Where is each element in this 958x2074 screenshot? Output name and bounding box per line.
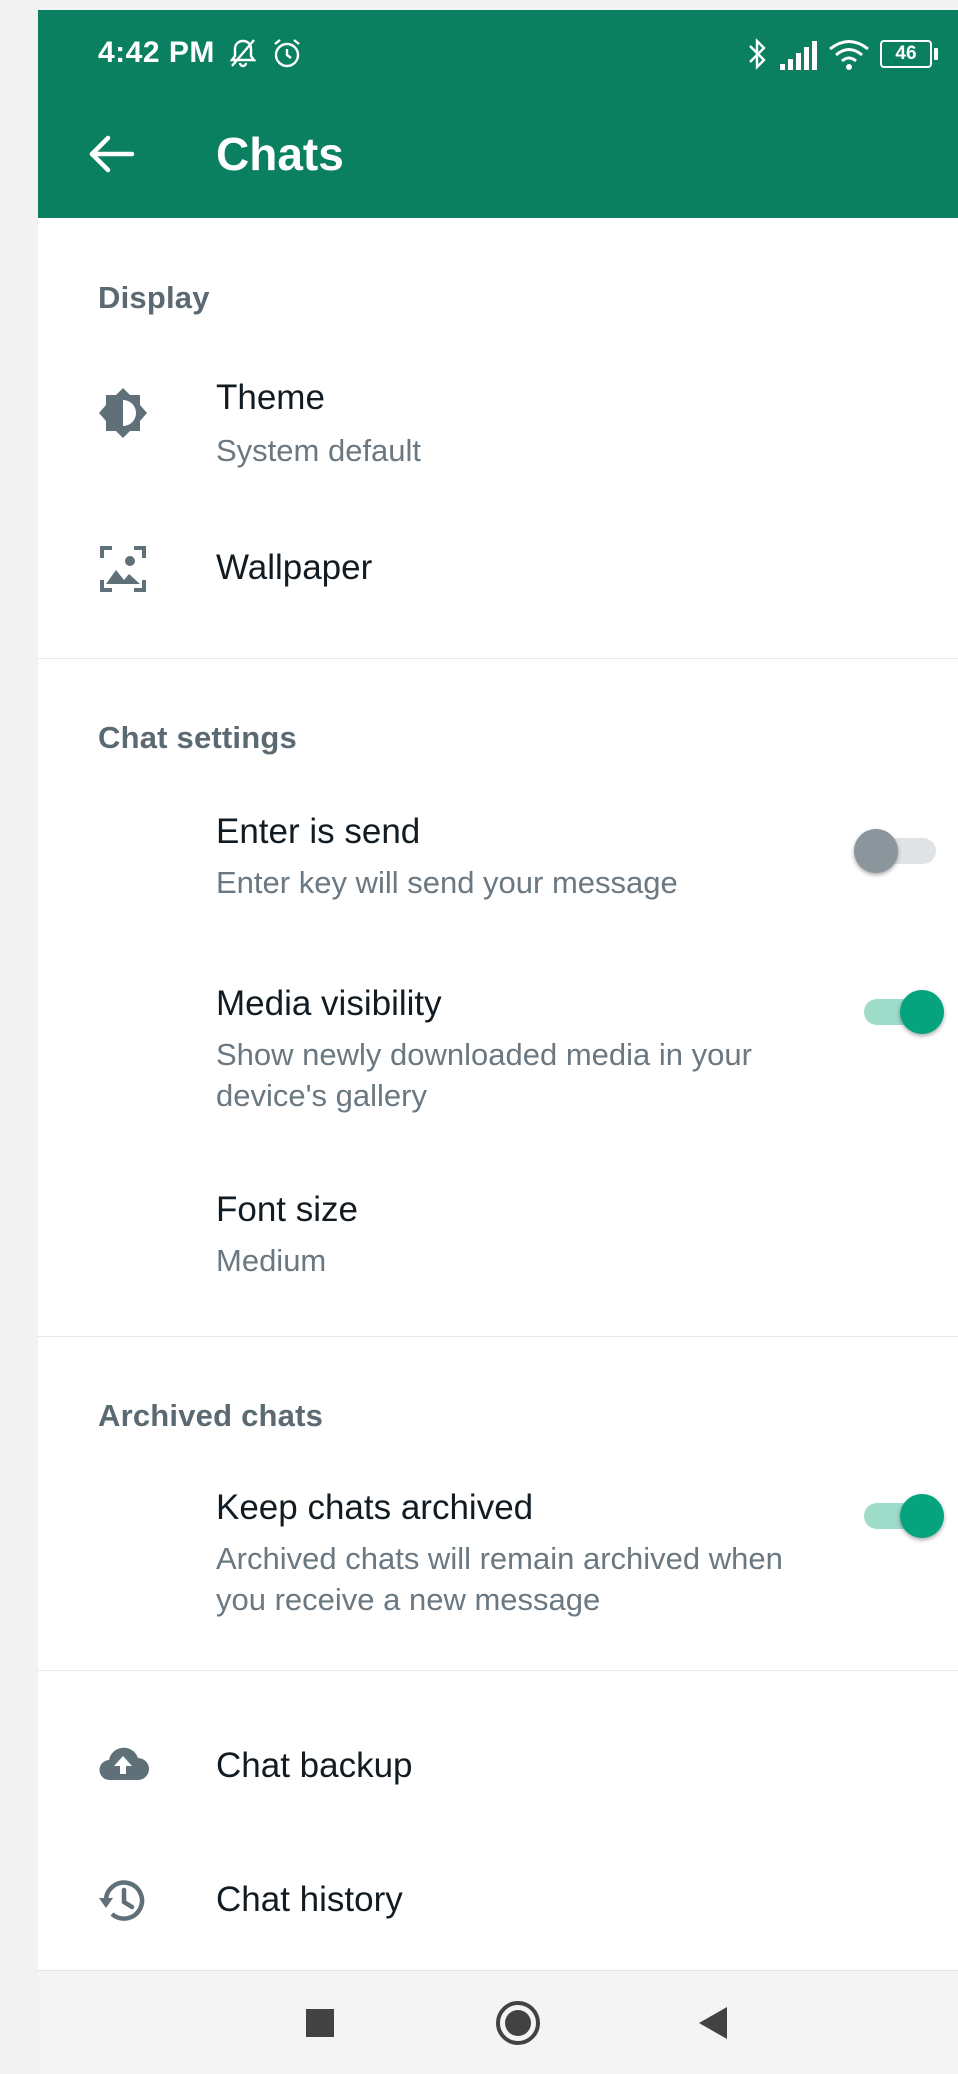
recents-button[interactable] [306, 2009, 334, 2037]
theme-title: Theme [216, 378, 325, 417]
section-header-archived-chats: Archived chats [98, 1398, 324, 1433]
battery-level: 46 [895, 43, 917, 64]
theme-subtitle: System default [216, 433, 422, 468]
page-title: Chats [216, 128, 344, 180]
battery-tip [934, 48, 938, 60]
bluetooth-icon [749, 38, 766, 70]
keep-archived-title: Keep chats archived [216, 1488, 534, 1527]
toggle-knob [900, 990, 944, 1034]
chat-history-title: Chat history [216, 1880, 403, 1919]
keep-archived-toggle[interactable] [854, 1486, 946, 1546]
home-button[interactable] [494, 1999, 542, 2047]
section-divider [38, 1670, 958, 1671]
media-visibility-toggle[interactable] [854, 982, 946, 1042]
setting-keep-chats-archived[interactable]: Keep chats archived Archived chats will … [38, 1476, 958, 1636]
wifi-icon [829, 40, 869, 70]
toggle-knob [900, 1494, 944, 1538]
alarm-icon [274, 39, 300, 68]
app-bar: 4:42 PM 46 Chats [38, 10, 958, 218]
cloud-upload-icon [99, 1747, 149, 1781]
phone-screen: 4:42 PM 46 Chats Display Theme System de… [38, 10, 958, 2074]
screen-margin [0, 0, 38, 2074]
setting-font-size[interactable]: Font size Medium [38, 1160, 958, 1290]
section-header-chat-settings: Chat settings [98, 720, 297, 755]
wallpaper-title: Wallpaper [216, 548, 373, 587]
enter-is-send-toggle[interactable] [854, 821, 946, 881]
setting-theme[interactable]: Theme System default [38, 350, 958, 480]
wallpaper-icon [100, 546, 146, 592]
bell-off-icon [229, 39, 257, 68]
setting-enter-is-send[interactable]: Enter is send Enter key will send your m… [38, 800, 958, 930]
setting-chat-history[interactable]: Chat history [38, 1844, 958, 1954]
status-time: 4:42 PM [98, 36, 215, 69]
chat-backup-title: Chat backup [216, 1746, 413, 1785]
media-visibility-subtitle: Show newly downloaded media in your devi… [216, 1037, 752, 1113]
nav-back-button[interactable] [695, 2003, 731, 2043]
battery-icon: 46 [880, 40, 932, 68]
font-size-title: Font size [216, 1190, 358, 1229]
setting-chat-backup[interactable]: Chat backup [38, 1710, 958, 1820]
section-header-display: Display [98, 280, 210, 315]
setting-media-visibility[interactable]: Media visibility Show newly downloaded m… [38, 972, 958, 1132]
keep-archived-subtitle: Archived chats will remain archived when… [216, 1541, 783, 1617]
enter-is-send-title: Enter is send [216, 812, 421, 851]
setting-wallpaper[interactable]: Wallpaper [38, 510, 958, 620]
back-arrow-icon[interactable] [86, 134, 136, 174]
history-icon [99, 1880, 145, 1921]
signal-icon [780, 41, 817, 70]
section-divider [38, 1336, 958, 1337]
section-divider [38, 658, 958, 659]
enter-is-send-subtitle: Enter key will send your message [216, 865, 678, 900]
system-nav-bar [38, 1970, 958, 2074]
theme-icon [99, 388, 147, 438]
toggle-knob [854, 829, 898, 873]
font-size-subtitle: Medium [216, 1243, 327, 1278]
media-visibility-title: Media visibility [216, 984, 442, 1023]
